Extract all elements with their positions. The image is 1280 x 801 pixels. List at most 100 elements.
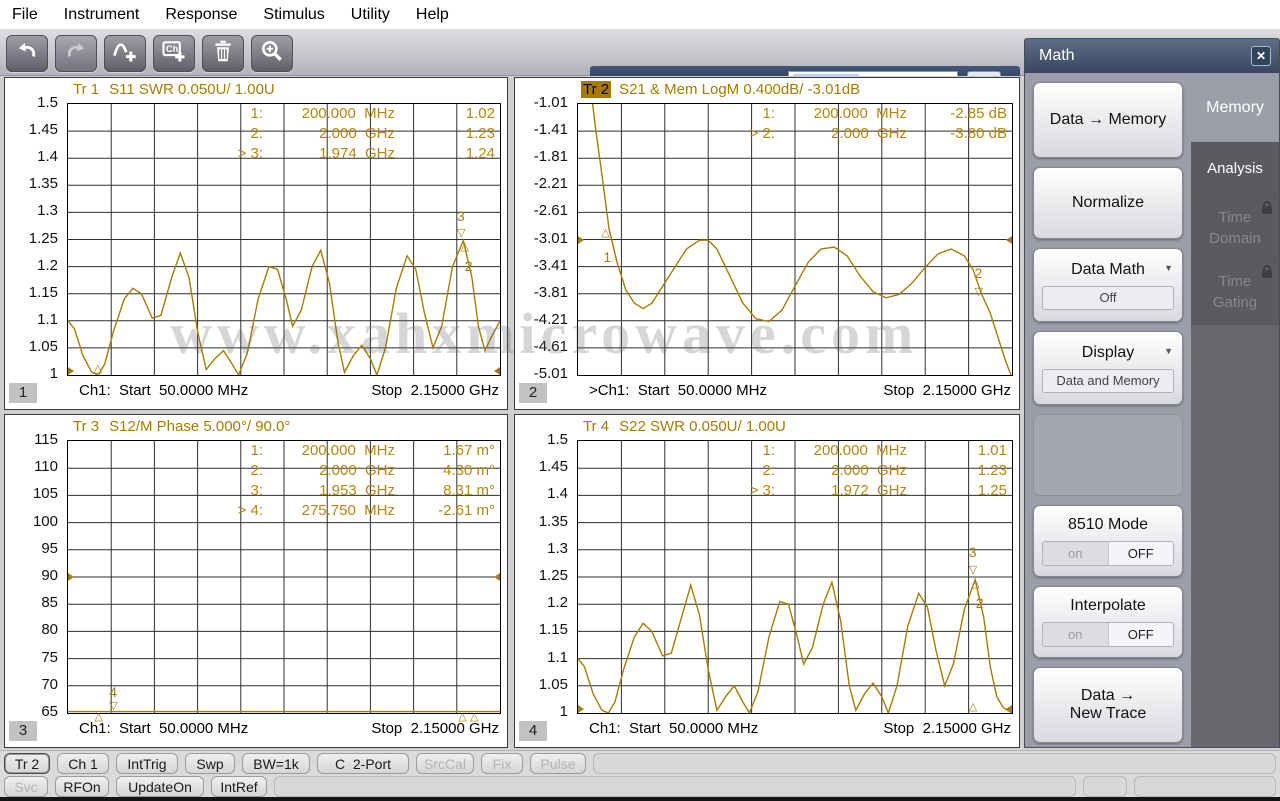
trace-label[interactable]: Tr 2 xyxy=(581,81,612,98)
status-update[interactable]: UpdateOn xyxy=(116,776,204,797)
reference-level-arrow xyxy=(578,235,584,244)
y-tick: 1.3 xyxy=(37,202,58,220)
status-srccal: SrcCal xyxy=(416,753,474,774)
tab-time-gating: Time Gating xyxy=(1191,261,1279,325)
plot-title: Tr 3 S12/M Phase 5.000°/ 90.0° xyxy=(71,418,290,438)
interpolate-label: Interpolate xyxy=(1070,597,1146,614)
mode-8510-button[interactable]: 8510 Mode on OFF xyxy=(1033,505,1183,577)
mode-8510-toggle[interactable]: on OFF xyxy=(1042,541,1174,566)
trace-descriptor: S11 SWR 0.050U/ 1.00U xyxy=(109,81,275,98)
status-trace[interactable]: Tr 2 xyxy=(4,753,50,774)
plots-area: Tr 1 S11 SWR 0.050U/ 1.00U 1.5 1.45 1.4 1.35… xyxy=(0,76,1022,748)
reference-level-arrow xyxy=(68,367,74,375)
trace-label[interactable]: Tr 3 xyxy=(71,418,101,435)
channel-badge: 2 xyxy=(519,383,547,403)
menu-stimulus[interactable]: Stimulus xyxy=(250,6,337,24)
marker-readout: 1: 200.000 MHz 1.67 m° 2: 2.000 GHz 4.30 m° 3:… xyxy=(205,442,497,522)
normalize-button[interactable]: Normalize xyxy=(1033,167,1183,239)
svg-text:Ch: Ch xyxy=(166,44,179,54)
status-bandwidth[interactable]: BW=1k xyxy=(242,753,310,774)
channel-badge: 3 xyxy=(9,721,37,741)
channel-badge: 4 xyxy=(519,721,547,741)
window-bottom-edge xyxy=(0,797,1280,801)
data-math-state-label: Off xyxy=(1099,290,1117,305)
status-channel[interactable]: Ch 1 xyxy=(57,753,109,774)
plot-s22-swr[interactable]: Tr 4 S22 SWR 0.050U/ 1.00U 1.5 1.45 1.4 1.35… xyxy=(514,414,1020,748)
data-math-state[interactable]: Off xyxy=(1042,285,1174,310)
data-math-label: Data Math xyxy=(1071,260,1145,278)
sweep-start-label: Ch1: Start 50.0000 MHz xyxy=(79,382,249,399)
delete-button[interactable] xyxy=(202,35,244,72)
menu-response[interactable]: Response xyxy=(152,6,250,24)
display-dropdown[interactable]: Display ▼ Data and Memory xyxy=(1033,331,1183,405)
marker-row: 1: 200.000 MHz 1.01 xyxy=(762,442,1007,459)
tab-label: Analysis xyxy=(1207,160,1263,178)
undo-icon xyxy=(14,38,40,69)
status-rf[interactable]: RFOn xyxy=(55,776,109,797)
chevron-down-icon: ▼ xyxy=(1164,263,1173,273)
add-channel-button[interactable]: Ch xyxy=(153,35,195,72)
y-tick: 85 xyxy=(41,594,58,612)
add-trace-icon xyxy=(111,37,139,70)
zoom-icon xyxy=(259,38,285,69)
y-tick: -2.21 xyxy=(533,175,568,193)
close-button[interactable]: ✕ xyxy=(1251,46,1271,66)
y-tick: 1 xyxy=(559,703,568,720)
plot-s11-swr[interactable]: Tr 1 S11 SWR 0.050U/ 1.00U 1.5 1.45 1.4 1.35… xyxy=(4,77,508,410)
tab-memory[interactable]: Memory xyxy=(1191,73,1279,143)
sweep-stop-label: Stop 2.15000 GHz xyxy=(371,720,499,737)
plot-footer: >Ch1: Start 50.0000 MHz Stop 2.15000 GHz xyxy=(577,382,1013,404)
data-to-memory-button[interactable]: Data → Memory xyxy=(1033,82,1183,158)
menu-file[interactable]: File xyxy=(0,6,51,24)
y-tick: 1.5 xyxy=(37,94,58,111)
plot-title: Tr 1 S11 SWR 0.050U/ 1.00U xyxy=(71,81,275,101)
y-tick: 1.25 xyxy=(28,229,58,247)
plot-s21-logm[interactable]: Tr 2 S21 & Mem LogM 0.400dB/ -3.01dB -1.0… xyxy=(514,77,1020,410)
status-sweep[interactable]: Swp xyxy=(185,753,235,774)
status-indicator-empty xyxy=(1134,776,1276,797)
sweep-start-label: >Ch1: Start 50.0000 MHz xyxy=(589,382,768,399)
y-tick: 70 xyxy=(41,675,58,693)
mode-8510-label: 8510 Mode xyxy=(1067,516,1149,533)
plot-footer: Ch1: Start 50.0000 MHz Stop 2.15000 GHz xyxy=(577,720,1013,742)
y-tick: -4.21 xyxy=(533,310,568,328)
reference-level-arrow xyxy=(494,573,500,581)
menu-utility[interactable]: Utility xyxy=(338,6,403,24)
y-tick: 1.15 xyxy=(28,283,58,301)
status-trigger[interactable]: IntTrig xyxy=(116,753,178,774)
menu-help[interactable]: Help xyxy=(403,6,462,24)
tab-label: Memory xyxy=(1206,98,1264,116)
trace-label[interactable]: Tr 1 xyxy=(71,81,101,98)
undo-button[interactable] xyxy=(6,35,48,72)
status-reference[interactable]: IntRef xyxy=(211,776,267,797)
marker-row: 1: 200.000 MHz 1.02 xyxy=(250,105,495,122)
tab-label: Time Domain xyxy=(1209,209,1261,247)
zoom-button[interactable] xyxy=(251,35,293,72)
sweep-stop-label: Stop 2.15000 GHz xyxy=(883,382,1011,399)
display-state[interactable]: Data and Memory xyxy=(1042,368,1174,393)
data-to-new-trace-button[interactable]: Data → New Trace xyxy=(1033,667,1183,743)
toggle-on-label: on xyxy=(1043,542,1108,565)
plot-s12-phase[interactable]: Tr 3 S12/M Phase 5.000°/ 90.0° 115 110 105 1… xyxy=(4,414,508,748)
y-tick: 1.5 xyxy=(547,431,568,448)
y-tick: -3.81 xyxy=(533,283,568,301)
tab-analysis[interactable]: Analysis xyxy=(1191,143,1279,197)
interpolate-toggle[interactable]: on OFF xyxy=(1042,622,1174,647)
interpolate-button[interactable]: Interpolate on OFF xyxy=(1033,586,1183,658)
marker-row: 2: 2.000 GHz 1.23 xyxy=(250,125,495,142)
plot-footer: Ch1: Start 50.0000 MHz Stop 2.15000 GHz xyxy=(67,720,501,742)
trace-label[interactable]: Tr 4 xyxy=(581,418,611,435)
redo-button[interactable] xyxy=(55,35,97,72)
y-tick: 1.45 xyxy=(538,458,568,476)
add-trace-button[interactable] xyxy=(104,35,146,72)
status-pulse: Pulse xyxy=(530,753,586,774)
y-tick: -2.61 xyxy=(533,202,568,220)
y-tick: 1.35 xyxy=(28,175,58,193)
menu-instrument[interactable]: Instrument xyxy=(51,6,153,24)
status-cal[interactable]: C 2-Port xyxy=(317,753,409,774)
marker-row: 1: 200.000 MHz -2.85 dB xyxy=(762,105,1007,122)
data-math-dropdown[interactable]: Data Math ▼ Off xyxy=(1033,248,1183,322)
trace-descriptor: S12/M Phase 5.000°/ 90.0° xyxy=(109,418,291,435)
marker-row: 2: 2.000 GHz 4.30 m° xyxy=(250,462,495,479)
y-tick: -1.81 xyxy=(533,148,568,166)
